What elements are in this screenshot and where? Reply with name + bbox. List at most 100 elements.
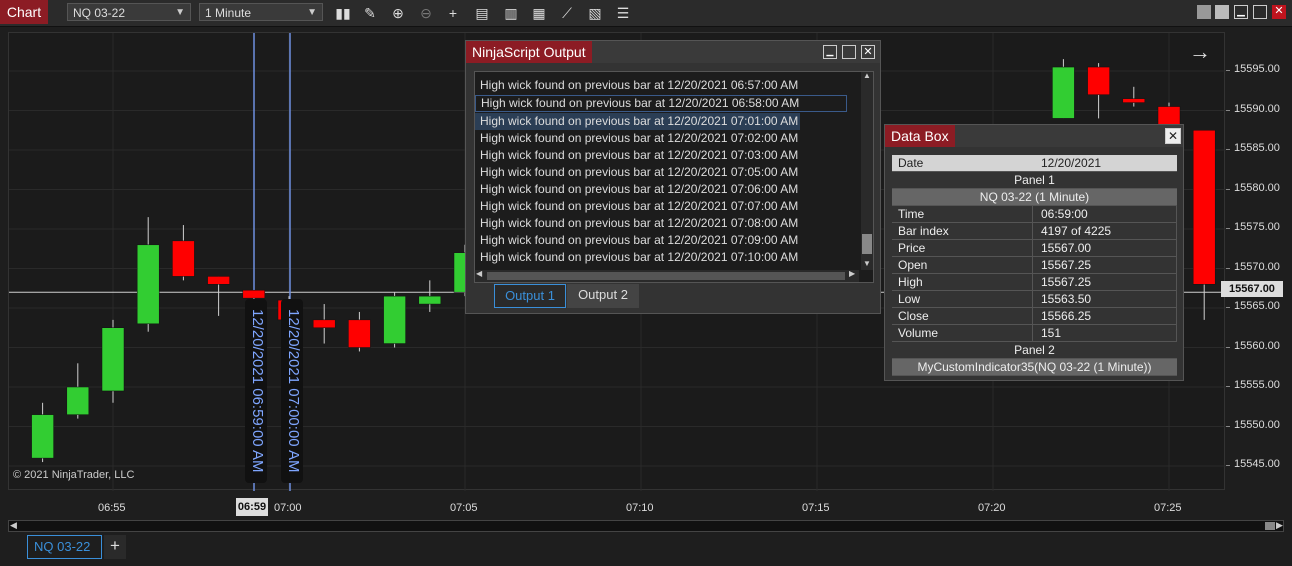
instrument-selector-value: NQ 03-22 (73, 6, 126, 20)
price-tick-mark (1226, 307, 1230, 308)
window-color-button-2[interactable] (1215, 5, 1229, 19)
output-line[interactable]: High wick found on previous bar at 12/20… (475, 249, 860, 266)
candle-body (207, 276, 230, 285)
price-tick-label: 15565.00 (1234, 300, 1280, 312)
scroll-left-icon[interactable]: ◀ (476, 269, 482, 278)
zoom-out-icon[interactable]: ⊖ (417, 4, 435, 22)
horizontal-scrollbar[interactable]: ◀ ▶ (8, 520, 1284, 532)
output-vertical-scrollbar[interactable]: ▲ ▼ (861, 72, 873, 270)
templates-icon[interactable]: ▥ (502, 4, 520, 22)
indicators-icon[interactable]: ▧ (586, 4, 604, 22)
cursor-price-marker: 15567.00 (1221, 281, 1283, 297)
data-box-key: Time (898, 207, 925, 221)
data-box-value: 15563.50 (1041, 292, 1092, 306)
data-box-title: Data Box (885, 125, 955, 147)
data-box-row: Bar index 4197 of 4225 (892, 223, 1177, 240)
time-tick-label: 07:00 (274, 502, 302, 514)
price-tick-label: 15550.00 (1234, 418, 1280, 431)
data-box-column-divider (1032, 274, 1033, 290)
window-color-button-1[interactable] (1197, 5, 1211, 19)
scrollbar-thumb[interactable] (1265, 522, 1275, 530)
tab-output-1[interactable]: Output 1 (494, 284, 566, 308)
interval-selector[interactable]: 1 Minute ▼ (199, 3, 323, 21)
data-box-table: Date 12/20/2021 Panel 1 NQ 03-22 (1 Minu… (892, 155, 1177, 376)
output-lines: High wick found on previous bar at 12/20… (475, 77, 860, 266)
data-box-row: Time 06:59:00 (892, 206, 1177, 223)
data-box-row: Low 15563.50 (892, 291, 1177, 308)
output-line[interactable]: High wick found on previous bar at 12/20… (475, 215, 860, 232)
close-icon[interactable]: ✕ (861, 45, 875, 59)
price-tick-mark (1226, 267, 1230, 269)
maximize-icon[interactable] (842, 45, 856, 59)
data-box-key: Low (898, 292, 921, 306)
candle-body (1122, 98, 1146, 103)
data-box-column-divider (1032, 240, 1033, 256)
output-line[interactable]: High wick found on previous bar at 12/20… (475, 95, 847, 112)
minimize-icon[interactable]: ▁ (1234, 5, 1248, 19)
candle-body (1052, 66, 1075, 119)
data-box-key: High (898, 275, 923, 289)
chevron-down-icon: ▼ (175, 7, 185, 18)
data-box-icon[interactable]: ▦ (530, 4, 548, 22)
output-text-area[interactable]: High wick found on previous bar at 12/20… (474, 71, 874, 283)
output-line[interactable]: High wick found on previous bar at 12/20… (475, 113, 801, 130)
scroll-right-icon[interactable]: ▶ (1276, 520, 1283, 531)
data-box-key: Close (898, 309, 929, 323)
price-tick-label: 15555.00 (1234, 379, 1280, 391)
series-2-header: MyCustomIndicator35(NQ 03-22 (1 Minute)) (892, 359, 1177, 376)
output-line[interactable]: High wick found on previous bar at 12/20… (475, 77, 860, 94)
price-tick-mark (1226, 386, 1230, 387)
data-box-row: High 15567.25 (892, 274, 1177, 291)
output-horizontal-scrollbar[interactable]: ◀ ▶ (475, 269, 859, 282)
crosshair-icon[interactable]: + (444, 4, 462, 22)
close-icon[interactable]: ✕ (1165, 128, 1181, 144)
instrument-selector[interactable]: NQ 03-22 ▼ (67, 3, 191, 21)
pencil-icon[interactable]: ✎ (361, 4, 379, 22)
list-icon[interactable]: ☰ (614, 4, 632, 22)
scroll-down-icon[interactable]: ▼ (863, 259, 871, 268)
tab-output-2[interactable]: Output 2 (567, 284, 639, 308)
minimize-icon[interactable]: ▁ (823, 45, 837, 59)
time-axis[interactable]: 06:55 07:00 07:05 07:10 07:15 07:20 07:25 (8, 492, 1225, 520)
strategies-icon[interactable]: ⟋ (558, 4, 576, 22)
price-axis[interactable]: 15595.00 15590.00 15585.00 15580.00 15575.00… (1226, 32, 1286, 490)
close-icon[interactable]: ✕ (1272, 5, 1286, 19)
bars-icon[interactable]: ▮▮ (334, 4, 352, 22)
scroll-right-icon[interactable]: ▶ (849, 269, 855, 278)
output-line[interactable]: High wick found on previous bar at 12/20… (475, 164, 860, 181)
output-line[interactable]: High wick found on previous bar at 12/20… (475, 130, 860, 147)
arrow-right-icon[interactable]: → (1189, 39, 1211, 65)
candle-body (66, 386, 90, 415)
data-box-value: 151 (1041, 326, 1062, 340)
price-tick-mark (1226, 425, 1230, 427)
price-tick-mark (1226, 465, 1230, 466)
output-line[interactable]: High wick found on previous bar at 12/20… (475, 181, 860, 198)
data-box-value: 15567.25 (1041, 258, 1092, 272)
candle-body (31, 414, 54, 459)
properties-icon[interactable]: ▤ (473, 4, 491, 22)
price-tick-mark (1226, 149, 1230, 150)
output-line[interactable]: High wick found on previous bar at 12/20… (475, 147, 860, 164)
data-box-title-bar[interactable]: Data Box ✕ (885, 125, 1183, 147)
add-tab-button[interactable]: + (104, 535, 126, 559)
candle-body (1087, 66, 1110, 95)
tab-nq-03-22[interactable]: NQ 03-22 (27, 535, 102, 559)
scroll-up-icon[interactable]: ▲ (863, 72, 871, 80)
maximize-icon[interactable] (1253, 5, 1267, 19)
output-window-title: NinjaScript Output (466, 41, 592, 63)
output-line[interactable]: High wick found on previous bar at 12/20… (475, 198, 860, 215)
time-tick-label: 07:20 (978, 502, 1006, 514)
output-title-bar[interactable]: NinjaScript Output ▁ ✕ (466, 41, 880, 63)
data-box-value: 15567.25 (1041, 275, 1092, 289)
output-hscroll-thumb[interactable] (487, 272, 845, 280)
data-box-date-row: Date 12/20/2021 (892, 155, 1177, 172)
zoom-in-icon[interactable]: ⊕ (389, 4, 407, 22)
price-tick-label: 15570.00 (1234, 260, 1280, 273)
data-box-value: 15566.25 (1041, 309, 1092, 323)
data-box-key: Bar index (898, 224, 949, 238)
copyright-text: © 2021 NinjaTrader, LLC (13, 469, 135, 481)
output-line[interactable]: High wick found on previous bar at 12/20… (475, 232, 860, 249)
scroll-left-icon[interactable]: ◀ (10, 520, 17, 531)
output-scrollbar-thumb[interactable] (862, 234, 872, 254)
panel-1-header: Panel 1 (892, 172, 1177, 189)
